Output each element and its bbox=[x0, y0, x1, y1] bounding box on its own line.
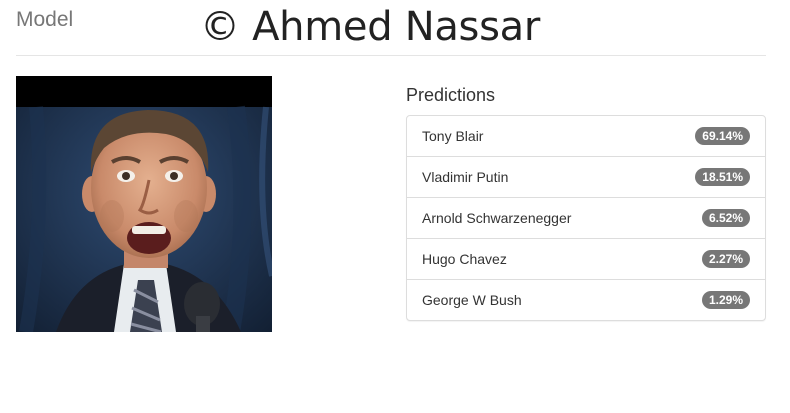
predictions-title: Predictions bbox=[406, 85, 496, 105]
prediction-name: Vladimir Putin bbox=[422, 169, 509, 185]
prediction-name: Hugo Chavez bbox=[422, 251, 507, 267]
prediction-item: Vladimir Putin 18.51% bbox=[407, 157, 765, 198]
confidence-badge: 6.52% bbox=[701, 209, 750, 227]
predictions-list: Tony Blair 69.14% Vladimir Putin 18.51% … bbox=[406, 115, 766, 321]
prediction-item: Tony Blair 69.14% bbox=[407, 116, 765, 157]
prediction-name: Arnold Schwarzenegger bbox=[422, 210, 572, 226]
prediction-name: George W Bush bbox=[422, 292, 522, 308]
model-label: Model bbox=[16, 8, 74, 31]
confidence-badge: 69.14% bbox=[695, 127, 750, 145]
confidence-badge: 18.51% bbox=[695, 168, 750, 186]
page: Model © Ahmed Nassar Predictions Tony Bl… bbox=[0, 0, 790, 413]
confidence-badge: 1.29% bbox=[701, 291, 750, 309]
prediction-item: George W Bush 1.29% bbox=[407, 280, 765, 320]
prediction-name: Tony Blair bbox=[422, 128, 484, 144]
confidence-badge: 2.27% bbox=[701, 250, 750, 268]
header: Model © Ahmed Nassar bbox=[16, 0, 766, 56]
copyright-watermark: © Ahmed Nassar bbox=[200, 4, 540, 50]
prediction-item: Arnold Schwarzenegger 6.52% bbox=[407, 198, 765, 239]
portrait-photo bbox=[16, 76, 272, 332]
input-photo bbox=[16, 76, 272, 332]
prediction-item: Hugo Chavez 2.27% bbox=[407, 239, 765, 280]
